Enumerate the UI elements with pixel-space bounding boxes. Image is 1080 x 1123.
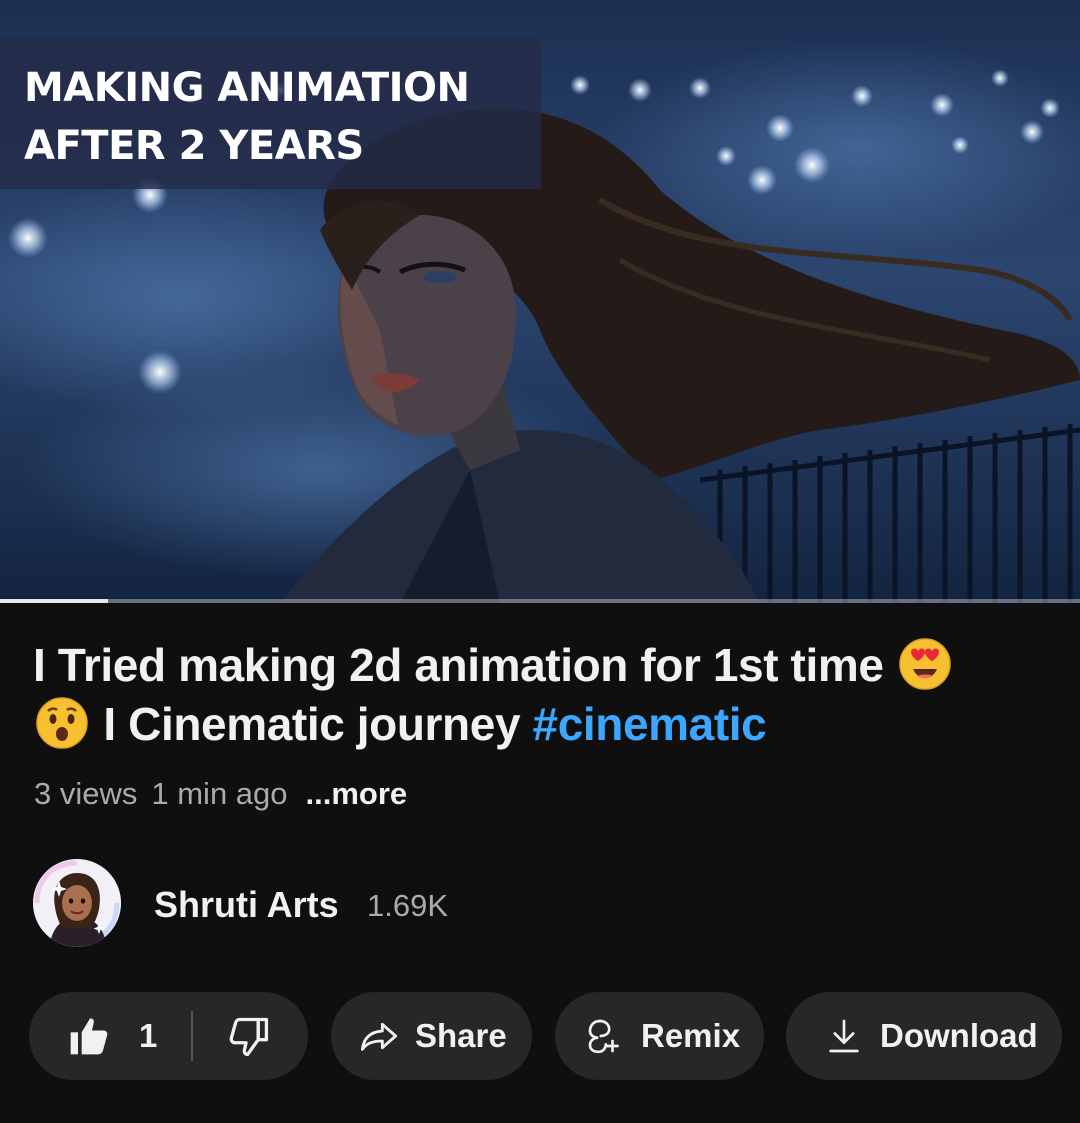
thumbnail-caption-banner: MAKING ANIMATION AFTER 2 YEARS [0, 37, 541, 189]
thumbnail-caption-line2: AFTER 2 YEARS [24, 123, 364, 169]
video-title-line1: I Tried making 2d animation for 1st time [33, 636, 1053, 695]
channel-avatar[interactable] [33, 859, 121, 947]
share-arrow-icon [359, 1016, 399, 1056]
download-button[interactable]: Download [786, 992, 1062, 1080]
thumbnail-caption-line1: MAKING ANIMATION [24, 65, 470, 111]
thumbs-up-icon [67, 1014, 111, 1058]
video-metadata[interactable]: 3 views 1 min ago ...more [34, 776, 421, 812]
download-label: Download [880, 1017, 1038, 1054]
video-progress-fill [0, 599, 108, 603]
video-progress-bar[interactable] [0, 599, 1080, 603]
thumbs-down-icon [227, 1014, 271, 1058]
like-count: 1 [139, 1017, 158, 1054]
video-title-text1: I Tried making 2d animation for 1st time [33, 639, 884, 691]
upload-time: 1 min ago [151, 776, 288, 811]
video-player[interactable]: MAKING ANIMATION AFTER 2 YEARS [0, 0, 1080, 603]
share-button[interactable]: Share [331, 992, 532, 1080]
more-button[interactable]: ...more [306, 776, 408, 811]
dislike-button[interactable] [227, 992, 271, 1080]
video-title[interactable]: I Tried making 2d animation for 1st time… [33, 636, 1053, 754]
like-dislike-group: 1 [29, 992, 308, 1080]
like-divider [191, 1011, 193, 1061]
view-count: 3 views [34, 776, 138, 811]
video-title-text2: I Cinematic journey [103, 698, 521, 750]
channel-name[interactable]: Shruti Arts [154, 884, 339, 926]
heart-eyes-emoji-icon [898, 637, 952, 691]
remix-button[interactable]: Remix [555, 992, 764, 1080]
hashtag-link[interactable]: #cinematic [533, 698, 767, 750]
subscriber-count: 1.69K [367, 888, 449, 923]
like-button[interactable]: 1 [67, 992, 157, 1080]
remix-label: Remix [641, 1017, 741, 1054]
download-icon [824, 1016, 864, 1056]
hushed-face-emoji-icon [35, 696, 89, 750]
share-label: Share [415, 1017, 507, 1054]
video-title-line2: I Cinematic journey #cinematic [33, 695, 1053, 754]
remix-icon [585, 1016, 625, 1056]
